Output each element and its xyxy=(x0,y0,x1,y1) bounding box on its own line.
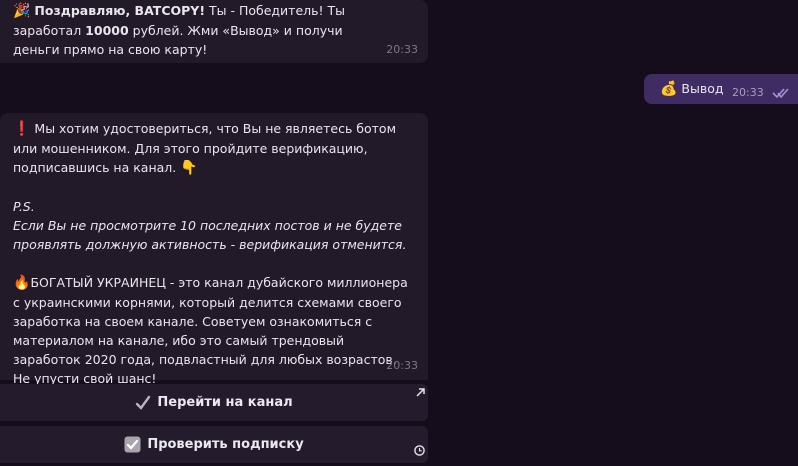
incoming-message-congrats: 🎉 Поздравляю, BATCOPY! Ты - Победитель! … xyxy=(0,0,428,63)
channel-description-text: БОГАТЫЙ УКРАИНЕЦ - это канал дубайского … xyxy=(13,275,408,386)
outgoing-message-text: Вывод xyxy=(681,81,724,96)
checkbox-icon xyxy=(124,436,141,453)
check-subscription-button[interactable]: Проверить подписку xyxy=(0,426,428,463)
verification-text: Мы хотим удостовериться, что Вы не являе… xyxy=(13,121,397,175)
check-subscription-label: Проверить подписку xyxy=(147,437,304,452)
fire-icon: 🔥 xyxy=(13,275,31,291)
ps-paragraph: P.S. Если Вы не просмотрите 10 последних… xyxy=(13,197,408,254)
channel-description-paragraph: 🔥БОГАТЫЙ УКРАИНЕЦ - это канал дубайского… xyxy=(13,273,408,388)
message-bold-amount: 10000 xyxy=(85,23,129,38)
double-check-icon xyxy=(772,81,790,111)
exclamation-icon: ❗ xyxy=(13,121,31,137)
go-to-channel-button[interactable]: Перейти на канал xyxy=(0,384,428,421)
ps-label: P.S. xyxy=(13,199,35,214)
message-bold-name: Поздравляю, BATCOPY! xyxy=(34,3,206,18)
outgoing-message-withdraw: 💰 Вывод 20:33 xyxy=(644,74,798,104)
clock-icon xyxy=(414,445,425,460)
go-to-channel-label: Перейти на канал xyxy=(157,395,293,410)
verification-paragraph: ❗ Мы хотим удостовериться, что Вы не явл… xyxy=(13,119,408,178)
external-link-arrow-icon xyxy=(416,386,425,401)
message-timestamp: 20:33 xyxy=(386,359,418,372)
incoming-message-verification: ❗ Мы хотим удостовериться, что Вы не явл… xyxy=(0,113,428,386)
message-timestamp: 20:33 xyxy=(386,43,418,56)
check-mark-icon xyxy=(135,395,151,411)
message-timestamp: 20:33 xyxy=(732,86,764,99)
ps-text: Если Вы не просмотрите 10 последних пост… xyxy=(13,218,407,252)
pointing-down-icon: 👇 xyxy=(180,160,198,176)
party-popper-icon: 🎉 xyxy=(13,3,31,19)
money-bag-icon: 💰 xyxy=(660,81,678,97)
